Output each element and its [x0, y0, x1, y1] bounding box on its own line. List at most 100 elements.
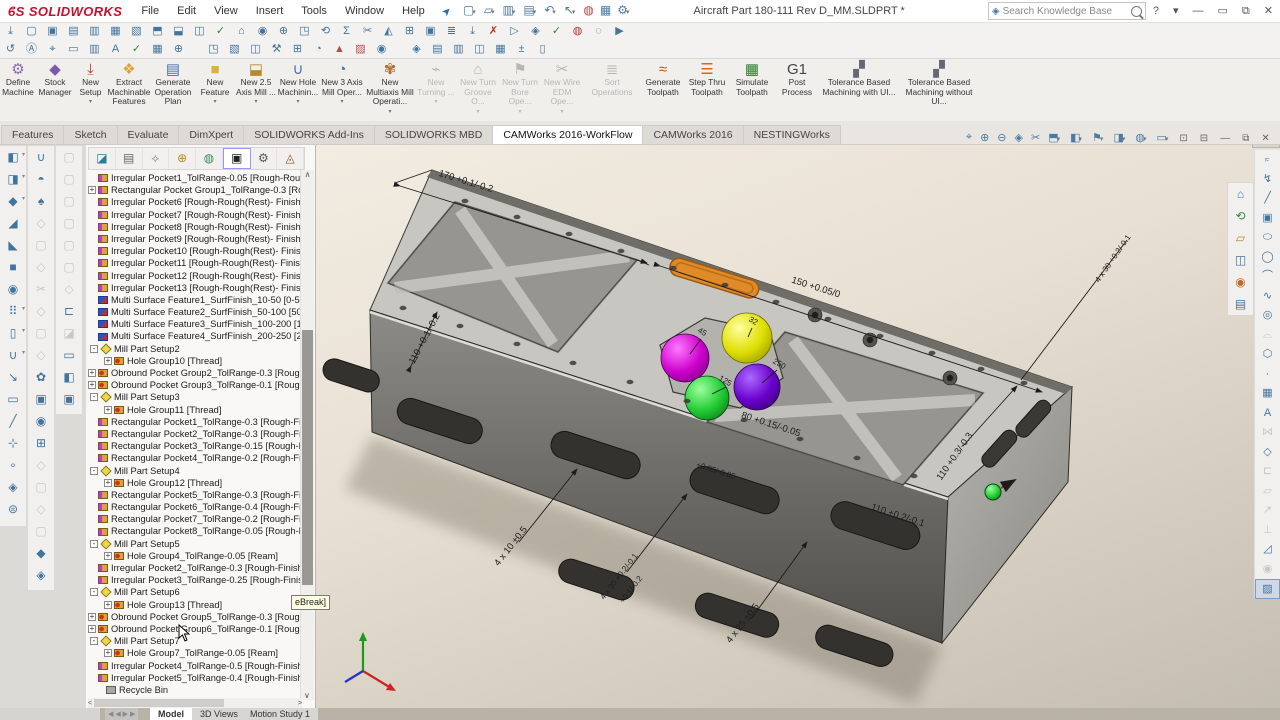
expander-icon[interactable]	[88, 515, 96, 523]
tree-item[interactable]: + Hole Group10 [Thread]	[88, 355, 300, 367]
quick-access-icon[interactable]: ↖▾	[560, 0, 580, 24]
ribbon-button[interactable]: ≈ Generate Toolpath	[641, 58, 685, 118]
toolbar-icon[interactable]: ⤓	[462, 22, 483, 40]
scrollbar-thumb[interactable]	[94, 699, 224, 707]
tool-icon[interactable]: ◇	[56, 278, 82, 300]
view-toolbar-icon[interactable]: ⊕	[975, 131, 992, 144]
toolbar-icon[interactable]: ▣	[42, 22, 63, 40]
tool-icon[interactable]: ✂	[28, 278, 54, 300]
expander-icon[interactable]	[88, 418, 96, 426]
expander-icon[interactable]: +	[88, 186, 96, 194]
sketch-tool-icon[interactable]: ◿	[1255, 540, 1280, 560]
toolbar-icon[interactable]: ▥	[84, 40, 105, 58]
toolbar-icon[interactable]: ◈	[525, 22, 546, 40]
tree-item[interactable]: + Hole Group11 [Thread]	[88, 404, 300, 416]
toolbar-icon[interactable]: ⟲	[315, 22, 336, 40]
tree-item[interactable]: Multi Surface Feature1_SurfFinish_10-50 …	[88, 294, 300, 306]
expander-icon[interactable]: +	[104, 552, 112, 560]
ribbon-button[interactable]: ⌂ New Turn Groove O... ▾	[457, 58, 499, 118]
expander-icon[interactable]	[88, 235, 96, 243]
ribbon-button[interactable]: ⤓ New Setup ▾	[74, 58, 107, 118]
ribbon-button[interactable]: ▞ Tolerance Based Machining without UI..…	[899, 58, 979, 118]
command-tab[interactable]: SOLIDWORKS Add-Ins	[243, 125, 375, 144]
ribbon-button[interactable]: ∪ New Hole Machinin... ▾	[277, 58, 319, 118]
panel-tab[interactable]: ⚙	[251, 148, 278, 169]
expander-icon[interactable]: +	[104, 357, 112, 365]
toolbar-icon[interactable]: ◌	[588, 22, 609, 40]
quick-access-icon[interactable]: ↶▾	[540, 0, 560, 24]
tool-icon[interactable]: ▢	[56, 146, 82, 168]
task-pane-icon[interactable]: ◫	[1228, 249, 1253, 271]
expander-icon[interactable]	[88, 284, 96, 292]
sketch-tool-icon[interactable]: ⊥	[1255, 521, 1280, 541]
toolbar-icon[interactable]: ⌖	[42, 40, 63, 58]
expander-icon[interactable]	[88, 662, 96, 670]
tool-icon[interactable]: ◆	[28, 542, 54, 564]
graphics-viewport[interactable]: 170 +0.1/-0.2 150 +0.05/0 110 +0.1/-0.2 …	[315, 144, 1280, 720]
tree-item[interactable]: Multi Surface Feature4_SurfFinish_200-25…	[88, 330, 300, 342]
view-toolbar-icon[interactable]: ◧▾	[1065, 131, 1087, 144]
view-toolbar-icon[interactable]: ◍▾	[1130, 131, 1151, 144]
scroll-down-icon[interactable]: ∨	[304, 691, 310, 700]
expander-icon[interactable]	[88, 308, 96, 316]
task-pane-icon[interactable]: ▤	[1228, 293, 1253, 315]
tool-icon[interactable]: ▢	[56, 234, 82, 256]
tool-icon[interactable]: ◆▾	[0, 190, 26, 212]
expander-icon[interactable]: -	[90, 345, 98, 353]
command-tab[interactable]: CAMWorks 2016	[642, 125, 743, 144]
sketch-tool-icon[interactable]: ◇	[1255, 443, 1280, 463]
task-pane-icon[interactable]: ⌂	[1228, 183, 1253, 205]
expander-icon[interactable]	[88, 296, 96, 304]
toolbar-icon[interactable]: ⌂	[231, 22, 252, 40]
sketch-tool-icon[interactable]: ◉	[1255, 560, 1280, 580]
toolbar-icon[interactable]: ◫	[245, 40, 266, 58]
tree-item[interactable]: Irregular Pocket13 [Rough-Rough(Rest)- F…	[88, 282, 300, 294]
expander-icon[interactable]: +	[88, 381, 96, 389]
toolbar-icon[interactable]: ▥	[448, 40, 469, 58]
expander-icon[interactable]	[88, 223, 96, 231]
tab-motion-study[interactable]: Motion Study 1	[242, 708, 319, 720]
tool-icon[interactable]: ▢	[56, 212, 82, 234]
tree-item[interactable]: - Mill Part Setup7	[88, 635, 300, 647]
scroll-left-icon[interactable]: <	[88, 700, 92, 707]
tool-icon[interactable]: ◇	[28, 256, 54, 278]
view-toolbar-icon[interactable]: ⬒▾	[1043, 131, 1065, 144]
tool-icon[interactable]: ◧▾	[0, 146, 26, 168]
view-toolbar-icon[interactable]: ◨▾	[1108, 131, 1130, 144]
tab-3d-views[interactable]: 3D Views	[192, 708, 247, 720]
ribbon-button[interactable]: ⚙ Define Machine	[0, 58, 36, 118]
tree-item[interactable]: + Rectangular Pocket Group1_TolRange-0.3…	[88, 184, 300, 196]
toolbar-icon[interactable]: ≣	[441, 22, 462, 40]
expander-icon[interactable]: +	[104, 649, 112, 657]
expander-icon[interactable]	[96, 686, 104, 694]
ribbon-button[interactable]: ▦ Simulate Toolpath	[729, 58, 775, 118]
toolbar-icon[interactable]: ▧	[224, 40, 245, 58]
search-input[interactable]: ◈ Search Knowledge Base	[988, 2, 1146, 20]
ribbon-button[interactable]: ▞ Tolerance Based Machining with UI...	[819, 58, 899, 118]
quick-access-icon[interactable]: ▤▾	[519, 0, 540, 24]
tree-item[interactable]: - Mill Part Setup2	[88, 343, 300, 355]
view-toolbar-icon[interactable]: ◈	[1010, 131, 1026, 144]
view-toolbar-icon[interactable]: ⌖	[961, 131, 975, 144]
toolbar-icon[interactable]: ⊞	[287, 40, 308, 58]
tool-icon[interactable]: ✿	[28, 366, 54, 388]
tool-icon[interactable]: ◪	[56, 322, 82, 344]
sketch-tool-icon[interactable]: ⊏	[1255, 462, 1280, 482]
surface-finish-marker[interactable]	[985, 484, 1001, 500]
toolbar-icon[interactable]: Ⓐ	[21, 40, 42, 58]
dimension-label[interactable]: 4 x 30 +0.2/-0.1	[1093, 233, 1133, 284]
tool-icon[interactable]: ↘	[0, 366, 26, 388]
tool-icon[interactable]: ⊜	[0, 498, 26, 520]
tool-icon[interactable]: ◇	[28, 498, 54, 520]
tool-icon[interactable]: ▢	[28, 234, 54, 256]
task-pane-icon[interactable]: ◉	[1228, 271, 1253, 293]
sketch-tool-icon[interactable]: ▱	[1255, 482, 1280, 502]
expander-icon[interactable]: -	[90, 540, 98, 548]
tree-item[interactable]: + Obround Pocket Group5_TolRange-0.3 [Ro…	[88, 611, 300, 623]
tree-item[interactable]: Irregular Pocket2_TolRange-0.3 [Rough-Fi…	[88, 562, 300, 574]
toolbar-icon[interactable]: ◍	[567, 22, 588, 40]
tree-item[interactable]: Irregular Pocket8 [Rough-Rough(Rest)- Fi…	[88, 221, 300, 233]
toolbar-icon[interactable]: ▭	[63, 40, 84, 58]
tree-item[interactable]: Rectangular Pocket6_TolRange-0.4 [Rough-…	[88, 501, 300, 513]
scrollbar-thumb[interactable]	[302, 330, 313, 585]
